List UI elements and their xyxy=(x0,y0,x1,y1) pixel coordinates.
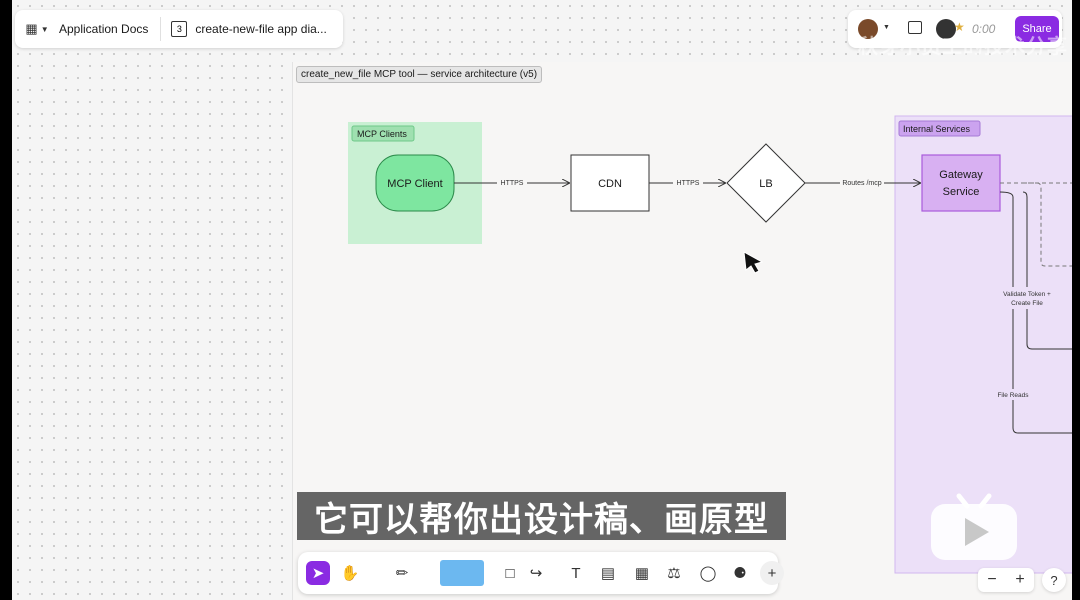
chevron-down-icon: ▼ xyxy=(40,24,49,34)
project-name[interactable]: Application Docs xyxy=(59,22,148,36)
add-tool[interactable]: + xyxy=(760,561,784,585)
file-bar: ▦ ▼ Application Docs 3 create-new-file a… xyxy=(15,10,343,48)
connector-tool[interactable]: ↪ xyxy=(524,561,548,585)
edge-file-reads-label: File Reads xyxy=(997,392,1029,399)
node-gateway-service[interactable] xyxy=(921,154,1001,212)
zoom-controls: − + xyxy=(978,568,1034,592)
tv-play-logo-icon xyxy=(931,493,1017,560)
divider xyxy=(160,17,162,41)
node-lb-label: LB xyxy=(759,178,772,190)
edge-client-cdn-label: HTTPS xyxy=(501,180,524,187)
video-watermark: 秋芽小员工的技术分享 xyxy=(858,36,1068,58)
node-mcp-client-label: MCP Client xyxy=(387,178,442,190)
mouse-cursor-icon xyxy=(743,251,764,274)
table-tool[interactable]: ▦ xyxy=(630,561,654,585)
file-name[interactable]: create-new-file app dia... xyxy=(195,22,326,36)
widgets-tool[interactable]: ⚈ xyxy=(728,561,752,585)
edge-lb-gateway-label: Routes /mcp xyxy=(842,180,881,187)
stamp-tool[interactable]: ⚖ xyxy=(662,561,686,585)
text-tool[interactable]: T xyxy=(564,561,588,585)
hand-tool[interactable]: ✋ xyxy=(338,561,362,585)
move-tool[interactable]: ➤ xyxy=(306,561,330,585)
shape-tool[interactable]: □ xyxy=(498,561,522,585)
pen-tool[interactable]: ✏ xyxy=(390,557,414,589)
main-menu-button[interactable]: ▦ ▼ xyxy=(15,21,59,37)
zoom-in-button[interactable]: + xyxy=(1015,571,1024,589)
sticky-note-tool[interactable] xyxy=(440,560,484,586)
node-cdn-label: CDN xyxy=(598,178,622,190)
frame-title[interactable]: create_new_file MCP tool — service archi… xyxy=(296,66,543,83)
edge-validate-label-1: Validate Token + xyxy=(1003,291,1051,298)
zoom-out-button[interactable]: − xyxy=(987,571,996,589)
help-button[interactable]: ? xyxy=(1042,568,1066,592)
section-tool[interactable]: ▤ xyxy=(596,561,620,585)
edge-cdn-lb-label: HTTPS xyxy=(677,180,700,187)
pages-icon[interactable]: 3 xyxy=(171,21,188,37)
group-internal-services-label: Internal Services xyxy=(903,124,971,134)
bottom-toolbar: ➤ ✋ ✏ □ ↪ T ▤ ▦ ⚖ ◯ ⚈ + xyxy=(298,552,784,594)
comment-tool[interactable]: ◯ xyxy=(696,561,720,585)
node-gateway-label-2: Service xyxy=(943,186,980,198)
edge-validate-label-2: Create File xyxy=(1011,300,1043,307)
group-mcp-clients-label: MCP Clients xyxy=(357,129,407,139)
video-subtitle: 它可以帮你出设计稿、画原型 xyxy=(297,492,786,540)
node-gateway-label-1: Gateway xyxy=(939,169,983,181)
figma-logo-icon: ▦ xyxy=(25,21,38,36)
